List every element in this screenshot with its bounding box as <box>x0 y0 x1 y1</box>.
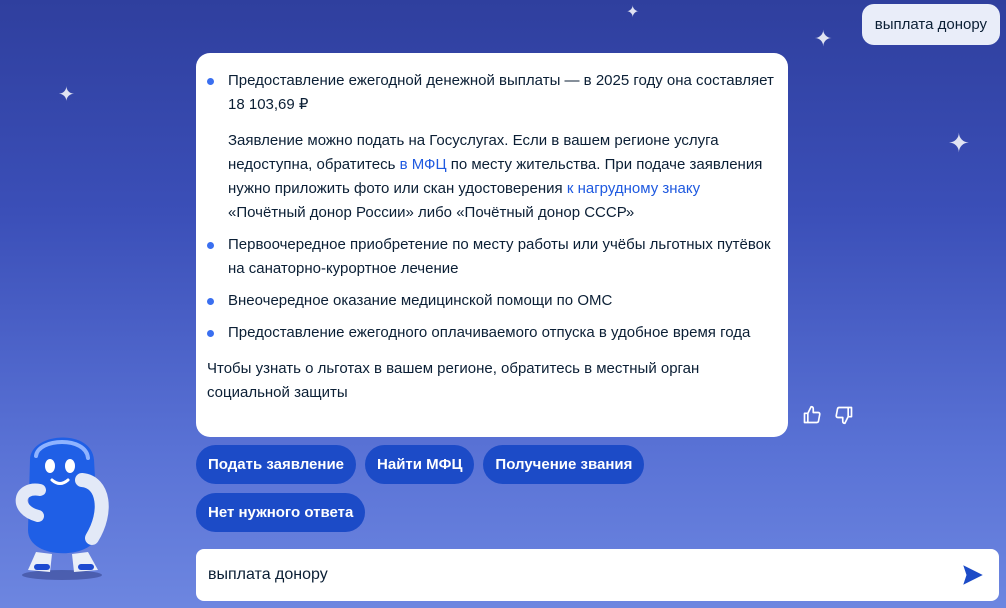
answer-bullet: Внеочередное оказание медицинской помощи… <box>207 289 774 313</box>
sparkle-icon: ✦ <box>948 128 970 158</box>
answer-bullet: Предоставление ежегодного оплачиваемого … <box>207 321 774 345</box>
bullet-dot-icon <box>207 242 214 249</box>
bullet-text: Предоставление ежегодной денежной выплат… <box>228 72 774 113</box>
feedback-buttons <box>801 404 855 426</box>
send-icon[interactable] <box>959 561 987 589</box>
answer-bullet: Предоставление ежегодной денежной выплат… <box>207 69 774 225</box>
bullet-dot-icon <box>207 330 214 337</box>
answer-card: Предоставление ежегодной денежной выплат… <box>196 53 788 437</box>
find-mfc-chip[interactable]: Найти МФЦ <box>365 445 475 484</box>
bullet-dot-icon <box>207 78 214 85</box>
get-title-chip[interactable]: Получение звания <box>483 445 645 484</box>
user-message-bubble: выплата донору <box>861 4 1000 45</box>
bullet-text: Первоочередное приобретение по месту раб… <box>228 236 771 277</box>
thumbs-up-icon[interactable] <box>801 404 823 426</box>
answer-paragraph: Заявление можно подать на Госуслугах. Ес… <box>228 129 774 225</box>
sparkle-icon: ✦ <box>814 26 833 51</box>
mfc-link[interactable]: в МФЦ <box>400 156 447 173</box>
message-input[interactable] <box>208 566 959 584</box>
user-message-text: выплата донору <box>874 16 987 33</box>
sparkle-icon: ✦ <box>626 4 640 21</box>
sparkle-icon: ✦ <box>58 84 75 106</box>
thumbs-down-icon[interactable] <box>833 404 855 426</box>
answer-footer: Чтобы узнать о льготах в вашем регионе, … <box>207 360 700 401</box>
paragraph-text: «Почётный донор России» либо «Почётный д… <box>228 204 635 221</box>
bullet-text: Предоставление ежегодного оплачиваемого … <box>228 324 751 341</box>
quick-replies: Подать заявление Найти МФЦ Получение зва… <box>196 445 756 541</box>
badge-link[interactable]: к нагрудному знаку <box>567 180 700 197</box>
message-input-bar <box>196 549 999 601</box>
no-answer-chip[interactable]: Нет нужного ответа <box>196 493 366 532</box>
bullet-text: Внеочередное оказание медицинской помощи… <box>228 292 613 309</box>
robot-mascot <box>0 420 130 580</box>
submit-application-chip[interactable]: Подать заявление <box>196 445 357 484</box>
answer-bullet: Первоочередное приобретение по месту раб… <box>207 233 774 281</box>
bullet-dot-icon <box>207 298 214 305</box>
